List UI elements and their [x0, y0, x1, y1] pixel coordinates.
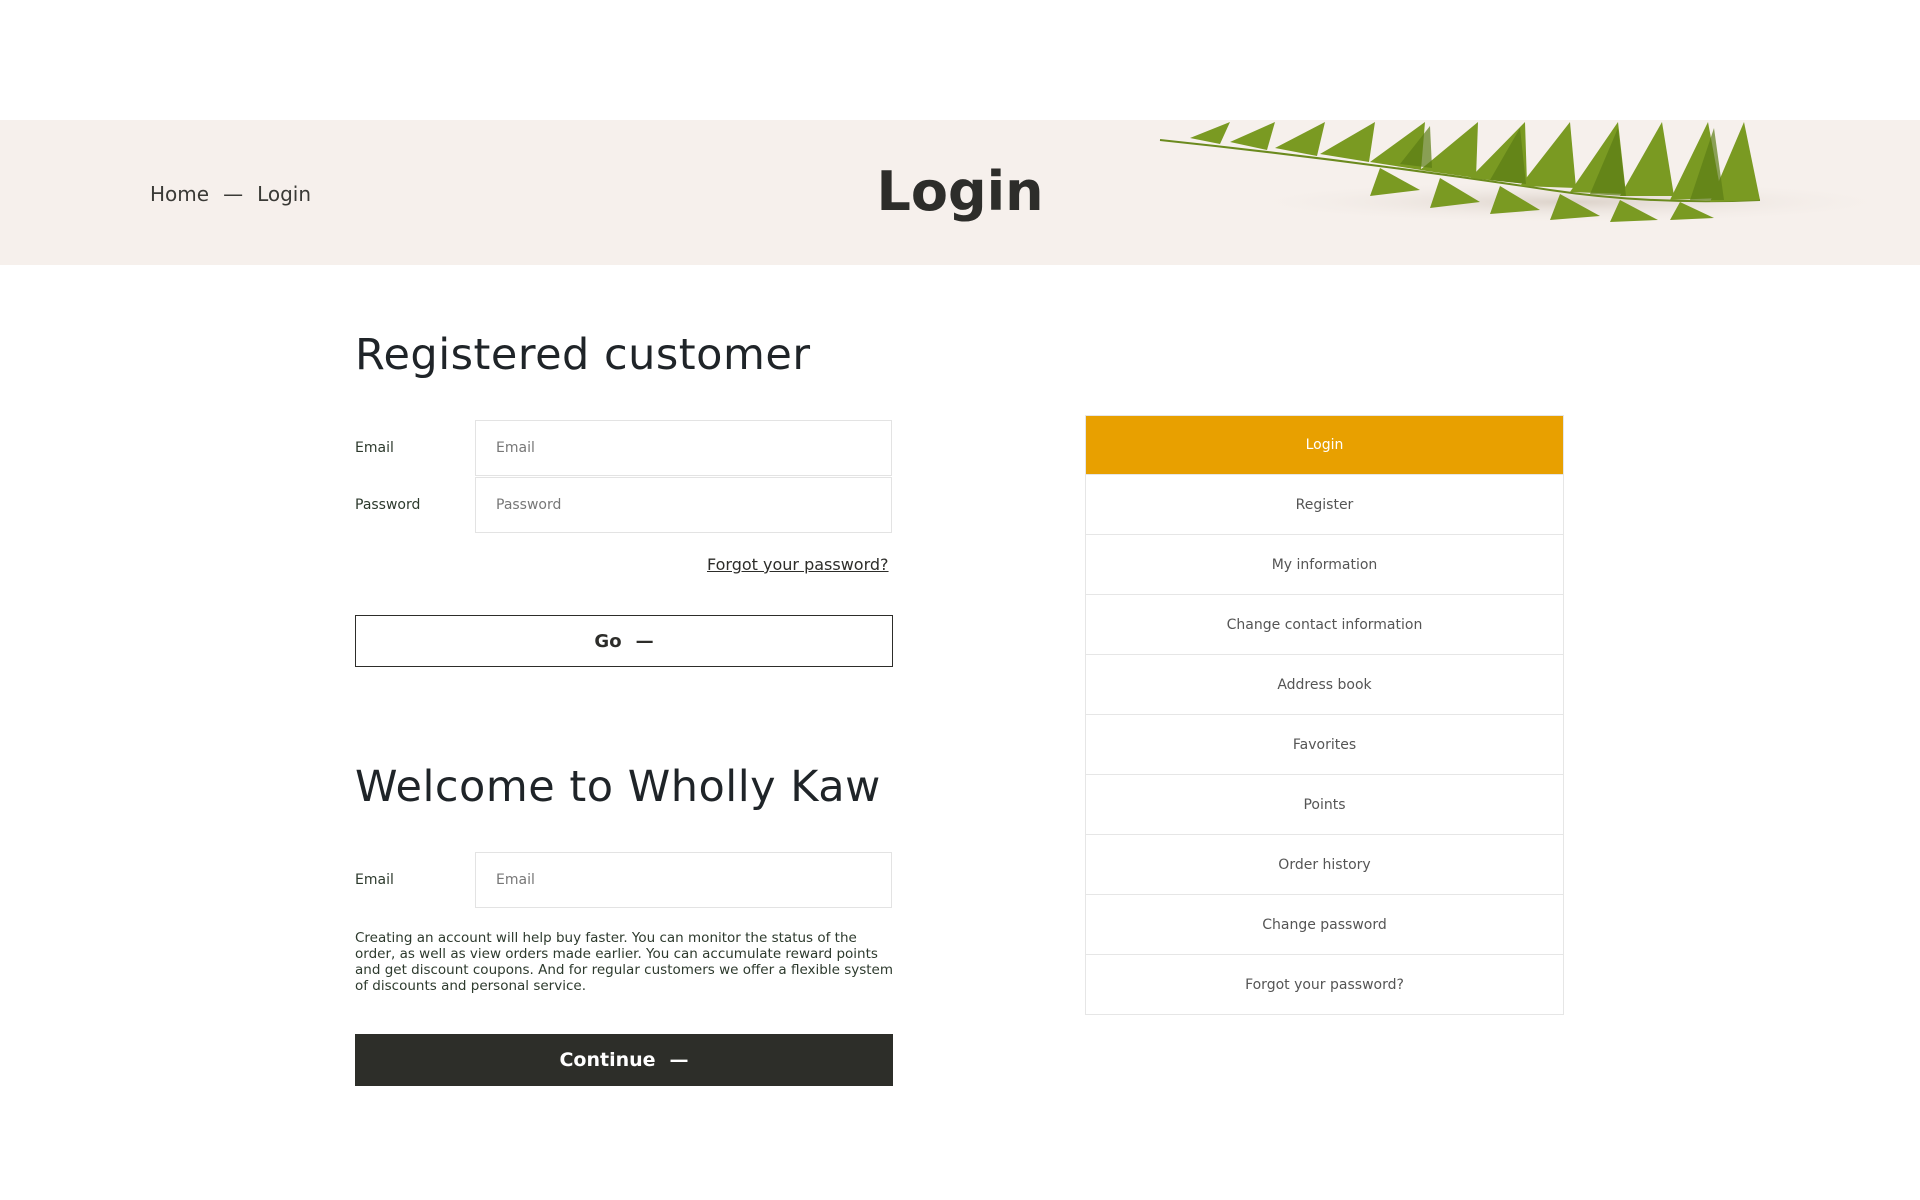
account-menu-item-my-information[interactable]: My information [1086, 534, 1563, 594]
account-menu-item-address-book[interactable]: Address book [1086, 654, 1563, 714]
login-email-label: Email [355, 440, 394, 456]
login-password-label: Password [355, 497, 421, 513]
login-password-input[interactable] [475, 477, 892, 533]
dash-arrow-icon: — [635, 630, 654, 652]
welcome-heading: Welcome to Wholly Kaw [355, 762, 881, 812]
account-menu-item-points[interactable]: Points [1086, 774, 1563, 834]
go-button-label: Go [594, 630, 622, 652]
login-email-input[interactable] [475, 420, 892, 476]
continue-button-label: Continue [559, 1049, 656, 1071]
account-menu-item-change-contact-information[interactable]: Change contact information [1086, 594, 1563, 654]
registered-customer-heading: Registered customer [355, 330, 811, 380]
account-benefits-text: Creating an account will help buy faster… [355, 930, 894, 994]
continue-button[interactable]: Continue — [355, 1034, 893, 1086]
account-menu: Login Register My information Change con… [1085, 415, 1564, 1015]
fern-leaf-image [1159, 122, 1910, 224]
account-menu-item-register[interactable]: Register [1086, 474, 1563, 534]
register-email-input[interactable] [475, 852, 892, 908]
account-menu-item-forgot-password[interactable]: Forgot your password? [1086, 954, 1563, 1014]
account-menu-item-favorites[interactable]: Favorites [1086, 714, 1563, 774]
account-menu-item-change-password[interactable]: Change password [1086, 894, 1563, 954]
go-button[interactable]: Go — [355, 615, 893, 667]
account-menu-item-login[interactable]: Login [1086, 416, 1563, 474]
register-email-label: Email [355, 872, 394, 888]
forgot-password-link[interactable]: Forgot your password? [707, 555, 889, 574]
dash-arrow-icon: — [669, 1049, 689, 1071]
account-menu-item-order-history[interactable]: Order history [1086, 834, 1563, 894]
page-banner: Home — Login Login [0, 120, 1920, 265]
